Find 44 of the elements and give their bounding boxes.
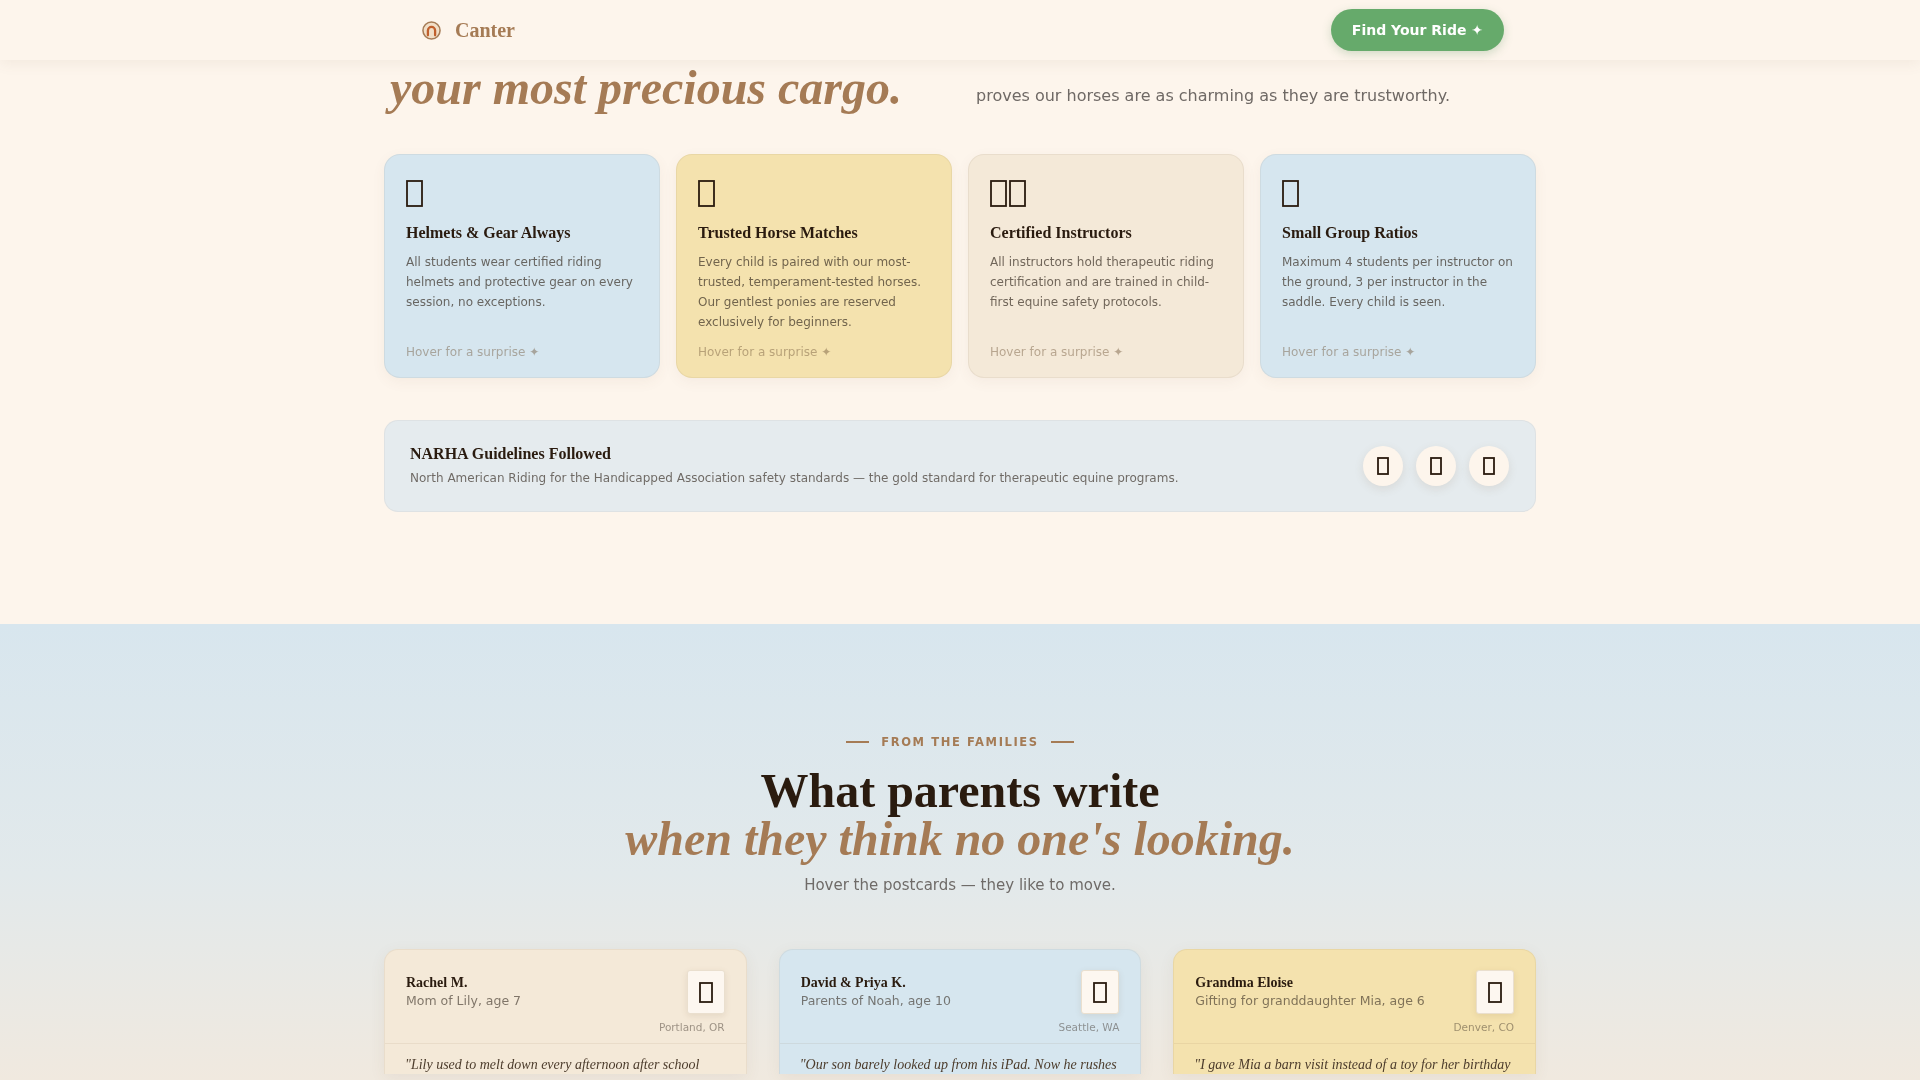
stamp-glyph-icon xyxy=(1476,970,1514,1014)
postcard-location: Seattle, WA xyxy=(1058,1020,1120,1034)
author-name: Grandma Eloise xyxy=(1195,974,1294,992)
banner-description: North American Riding for the Handicapped Association safety standards — the gold standard for therapeutic equine programs. xyxy=(410,470,1179,487)
author-relation: Gifting for granddaughter Mia, age 6 xyxy=(1195,992,1425,1010)
hover-hint: Hover for a surprise ✦ xyxy=(1282,344,1416,360)
hero-paragraph: proves our horses are as charming as they are trustworthy. xyxy=(976,85,1451,107)
missing-glyph-pair-icon xyxy=(990,180,1026,207)
section-subtitle: Hover the postcards — they like to move. xyxy=(804,875,1116,896)
testimonial-quote: "I gave Mia a barn visit instead of a toy for her birthday xyxy=(1193,1056,1512,1074)
hero-headline: your most precious cargo. xyxy=(384,60,910,116)
feature-description: All instructors hold therapeutic riding certification and are trained in child-first equine safety protocols. xyxy=(990,254,1215,311)
author-relation: Parents of Noah, age 10 xyxy=(800,992,951,1010)
author-relation: Mom of Lily, age 7 xyxy=(406,992,522,1010)
feature-title: Trusted Horse Matches xyxy=(698,223,858,243)
glyph-disc-icon xyxy=(1363,446,1403,486)
hover-hint: Hover for a surprise ✦ xyxy=(406,344,540,360)
feature-title: Certified Instructors xyxy=(990,223,1132,243)
brand-name: Canter xyxy=(455,18,515,42)
stamp-glyph-icon xyxy=(1081,970,1120,1014)
banner-title: NARHA Guidelines Followed xyxy=(410,444,612,464)
author-name: David & Priya K. xyxy=(800,974,907,992)
testimonial-quote: "Lily used to melt down every afternoon after school xyxy=(404,1056,701,1074)
feature-description: Maximum 4 students per instructor on the ground, 3 per instructor in the saddle. Every child is seen. xyxy=(1282,254,1514,311)
stamp-glyph-icon xyxy=(686,970,725,1014)
missing-glyph-icon xyxy=(1282,180,1299,207)
glyph-disc-icon xyxy=(1469,446,1509,486)
missing-glyph-icon xyxy=(406,180,423,207)
feature-description: All students wear certified riding helmets and protective gear on every session, no exceptions. xyxy=(406,254,634,311)
glyph-disc-icon xyxy=(1416,446,1456,486)
section-title: What parents write xyxy=(760,767,1160,815)
section-eyebrow: FROM THE FAMILIES xyxy=(881,734,1039,750)
hover-hint: Hover for a surprise ✦ xyxy=(698,344,832,360)
postcard-location: Portland, OR xyxy=(658,1020,725,1034)
feature-title: Small Group Ratios xyxy=(1282,223,1418,243)
missing-glyph-icon xyxy=(698,180,715,207)
feature-description: Every child is paired with our most-trusted, temperament-tested horses. Our gentlest ponies are reserved exclusively for beginners. xyxy=(698,254,923,331)
author-name: Rachel M. xyxy=(406,974,469,992)
hover-hint: Hover for a surprise ✦ xyxy=(990,344,1124,360)
horseshoe-logo-icon xyxy=(422,20,441,40)
postcard-location: Denver, CO xyxy=(1453,1020,1514,1034)
find-your-ride-button[interactable]: Find Your Ride ✦ xyxy=(1330,9,1504,51)
feature-title: Helmets & Gear Always xyxy=(406,223,571,243)
testimonial-quote: "Our son barely looked up from his iPad. Now he rushes xyxy=(798,1056,1118,1074)
